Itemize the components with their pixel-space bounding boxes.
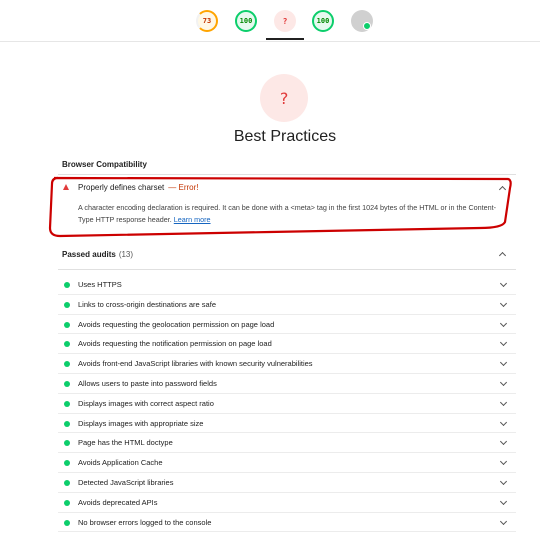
chevron-down-icon[interactable] <box>499 398 508 406</box>
audit-row[interactable]: Detected JavaScript libraries <box>58 473 516 493</box>
pass-indicator-icon <box>64 499 70 506</box>
pwa-badge-icon <box>363 22 371 30</box>
pass-indicator-icon <box>64 361 70 368</box>
learn-more-link[interactable]: Learn more <box>174 215 211 224</box>
chevron-down-icon[interactable] <box>499 438 508 446</box>
browser-compat-header: Browser Compatibility <box>62 160 147 169</box>
audit-label: Allows users to paste into password fiel… <box>78 378 217 388</box>
score-gauges-bar: 73 100 ? 100 <box>0 0 540 42</box>
audit-label: Avoids Application Cache <box>78 458 163 468</box>
audit-row[interactable]: No browser errors logged to the console <box>58 513 516 533</box>
pass-indicator-icon <box>64 440 70 447</box>
passed-audits-count: (13) <box>118 250 134 259</box>
pass-indicator-icon <box>64 460 70 467</box>
audit-label: Uses HTTPS <box>78 280 122 289</box>
audit-row[interactable]: Avoids front-end JavaScript libraries wi… <box>58 354 516 374</box>
pass-indicator-icon <box>64 400 70 407</box>
audit-row[interactable]: Avoids requesting the geolocation permis… <box>58 315 516 335</box>
failed-audit-charset[interactable]: Properly defines charset — Error! A chara… <box>50 178 510 233</box>
pass-indicator-icon <box>64 519 70 526</box>
chevron-up-icon[interactable] <box>498 185 507 194</box>
audit-row[interactable]: Uses HTTPS <box>58 275 516 295</box>
chevron-down-icon[interactable] <box>499 497 508 505</box>
chevron-down-icon[interactable] <box>499 299 508 307</box>
pwa-gauge[interactable] <box>351 10 373 32</box>
audit-row[interactable]: Allows users to paste into password fiel… <box>58 374 516 394</box>
audit-row[interactable]: Displays images with correct aspect rati… <box>58 394 516 414</box>
active-tab-indicator <box>266 38 304 40</box>
audit-label: Page has the HTML doctype <box>78 438 173 448</box>
audit-row[interactable]: Avoids requesting the notification permi… <box>58 334 516 355</box>
audit-row[interactable]: Links to cross-origin destinations are s… <box>58 295 516 315</box>
audit-row[interactable]: Avoids Application Cache <box>58 453 516 473</box>
seo-gauge[interactable]: 100 <box>312 10 334 32</box>
pass-indicator-icon <box>64 380 70 387</box>
audit-label: Avoids deprecated APIs <box>78 497 158 507</box>
performance-gauge[interactable]: 73 <box>196 10 218 32</box>
audit-error-status: — Error! <box>168 183 199 192</box>
pass-indicator-icon <box>64 420 70 427</box>
divider <box>58 269 516 270</box>
audit-row[interactable]: Displays images with appropriate size <box>58 414 516 434</box>
chevron-up-icon[interactable] <box>498 251 507 260</box>
audit-row[interactable]: Avoids deprecated APIs <box>58 493 516 513</box>
audit-label: Avoids front-end JavaScript libraries wi… <box>78 359 313 369</box>
audit-row[interactable]: Page has the HTML doctype <box>58 433 516 454</box>
category-score-gauge: ? <box>260 74 308 122</box>
audit-description: A character encoding declaration is requ… <box>78 203 497 224</box>
chevron-down-icon[interactable] <box>499 458 508 466</box>
audit-label: Avoids requesting the notification permi… <box>78 339 272 349</box>
audit-title: Properly defines charset <box>78 183 165 192</box>
chevron-down-icon[interactable] <box>499 339 508 347</box>
divider <box>58 174 516 175</box>
chevron-down-icon[interactable] <box>499 378 508 387</box>
best-practices-gauge[interactable]: ? <box>274 10 296 32</box>
audit-label: Detected JavaScript libraries <box>78 477 174 487</box>
audit-label: Links to cross-origin destinations are s… <box>78 299 216 309</box>
passed-audits-header[interactable]: Passed audits (13) <box>62 250 133 259</box>
passed-audits-list: Uses HTTPS Links to cross-origin destinat… <box>58 275 516 533</box>
audit-label: Displays images with correct aspect rati… <box>78 398 214 408</box>
accessibility-gauge[interactable]: 100 <box>235 10 257 32</box>
chevron-down-icon[interactable] <box>499 517 508 525</box>
chevron-down-icon[interactable] <box>499 359 508 367</box>
warning-icon <box>63 184 69 190</box>
pass-indicator-icon <box>64 321 70 328</box>
chevron-down-icon[interactable] <box>499 418 508 426</box>
audit-label: Displays images with appropriate size <box>78 418 204 428</box>
category-title: Best Practices <box>233 128 337 145</box>
pass-indicator-icon <box>64 479 70 486</box>
audit-label: No browser errors logged to the console <box>78 517 212 527</box>
chevron-down-icon[interactable] <box>499 477 508 486</box>
chevron-down-icon[interactable] <box>499 319 508 327</box>
pass-indicator-icon <box>64 341 70 348</box>
chevron-down-icon[interactable] <box>499 279 508 288</box>
pass-indicator-icon <box>64 282 70 288</box>
pass-indicator-icon <box>64 301 70 308</box>
audit-label: Avoids requesting the geolocation permis… <box>78 319 275 329</box>
